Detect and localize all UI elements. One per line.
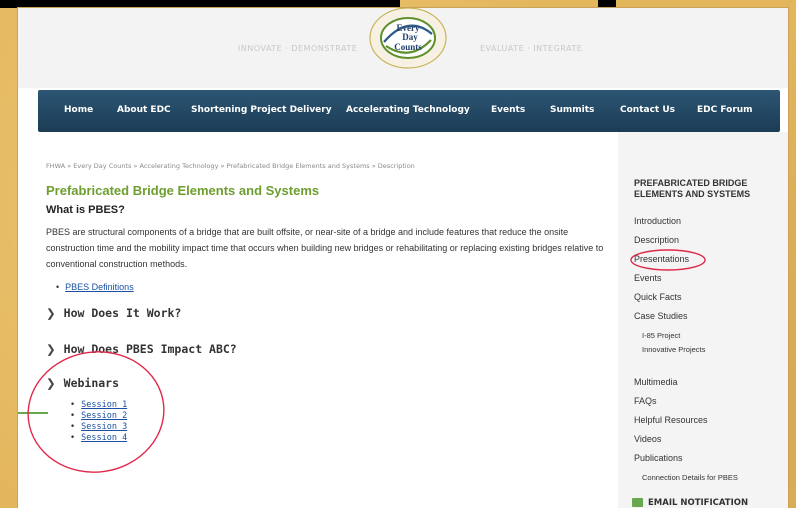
- webinar-sessions-list: Session 1 Session 2 Session 3 Session 4: [70, 400, 127, 444]
- what-is-pbes-heading: What is PBES?: [46, 204, 125, 216]
- every-day-counts-logo[interactable]: Every Day Counts: [368, 8, 448, 70]
- logo-word-counts: Counts: [394, 42, 422, 52]
- sidebar-item-faqs[interactable]: FAQs: [634, 396, 657, 406]
- top-black-bar: [0, 0, 400, 8]
- nav-home[interactable]: Home: [64, 105, 93, 115]
- sidebar-item-publications[interactable]: Publications: [634, 453, 683, 463]
- email-icon: [632, 498, 643, 507]
- sidebar-item-description[interactable]: Description: [634, 235, 679, 245]
- main-content: FHWA » Every Day Counts » Accelerating T…: [18, 132, 788, 508]
- banner-tagline-left: INNOVATE · DEMONSTRATE: [238, 44, 358, 53]
- sidebar-item-case-studies[interactable]: Case Studies: [634, 311, 688, 321]
- session-2-link[interactable]: Session 2: [70, 411, 127, 422]
- sidebar-item-events[interactable]: Events: [634, 273, 662, 283]
- section-webinars[interactable]: ❯ Webinars: [46, 376, 119, 390]
- nav-events[interactable]: Events: [491, 105, 525, 115]
- sidebar-item-introduction[interactable]: Introduction: [634, 216, 681, 226]
- top-edge: [0, 0, 796, 12]
- banner-tagline-right: EVALUATE · INTEGRATE: [480, 44, 583, 53]
- section-how-does-it-work[interactable]: ❯ How Does It Work?: [46, 306, 181, 320]
- nav-shortening-project-delivery[interactable]: Shortening Project Delivery: [191, 105, 332, 115]
- main-nav: Home About EDC Shortening Project Delive…: [38, 90, 780, 132]
- sidebar-item-presentations[interactable]: Presentations: [634, 254, 689, 264]
- sidebar-item-helpful-resources[interactable]: Helpful Resources: [634, 415, 708, 425]
- session-1-link[interactable]: Session 1: [70, 400, 127, 411]
- section-how-does-pbes-impact-abc[interactable]: ❯ How Does PBES Impact ABC?: [46, 342, 237, 356]
- green-marker-line: [18, 412, 48, 414]
- email-notification[interactable]: EMAIL NOTIFICATION: [632, 498, 748, 508]
- sidebar: PREFABRICATED BRIDGE ELEMENTS AND SYSTEM…: [618, 132, 788, 508]
- sidebar-subitem-connection-details[interactable]: Connection Details for PBES: [642, 473, 738, 482]
- sidebar-subitem-i85-project[interactable]: I-85 Project: [642, 331, 680, 340]
- nav-summits[interactable]: Summits: [550, 105, 594, 115]
- section-label: How Does PBES Impact ABC?: [63, 342, 237, 356]
- sidebar-item-quick-facts[interactable]: Quick Facts: [634, 292, 682, 302]
- sidebar-title: PREFABRICATED BRIDGE ELEMENTS AND SYSTEM…: [634, 178, 751, 199]
- embedded-screenshot: INNOVATE · DEMONSTRATE EVALUATE · INTEGR…: [18, 8, 788, 508]
- site-banner: INNOVATE · DEMONSTRATE EVALUATE · INTEGR…: [18, 8, 788, 88]
- section-label: Webinars: [63, 376, 120, 390]
- section-label: How Does It Work?: [63, 306, 182, 320]
- chevron-right-icon: ❯: [46, 306, 56, 320]
- sidebar-item-multimedia[interactable]: Multimedia: [634, 377, 678, 387]
- sidebar-item-videos[interactable]: Videos: [634, 434, 661, 444]
- breadcrumb[interactable]: FHWA » Every Day Counts » Accelerating T…: [46, 162, 415, 170]
- session-4-link[interactable]: Session 4: [70, 433, 127, 444]
- nav-accelerating-technology[interactable]: Accelerating Technology: [346, 105, 470, 115]
- session-3-link[interactable]: Session 3: [70, 422, 127, 433]
- nav-edc-forum[interactable]: EDC Forum: [697, 105, 753, 115]
- nav-contact-us[interactable]: Contact Us: [620, 105, 675, 115]
- chevron-right-icon: ❯: [46, 342, 56, 356]
- page-title: Prefabricated Bridge Elements and System…: [46, 183, 320, 198]
- pbes-description: PBES are structural components of a brid…: [46, 227, 604, 269]
- sidebar-subitem-innovative-projects[interactable]: Innovative Projects: [642, 345, 705, 354]
- nav-about-edc[interactable]: About EDC: [117, 105, 171, 115]
- logo-word-day: Day: [402, 32, 418, 42]
- pbes-definitions-link[interactable]: PBES Definitions: [56, 282, 134, 292]
- email-notification-label: EMAIL NOTIFICATION: [648, 498, 749, 508]
- chevron-right-icon: ❯: [46, 376, 56, 390]
